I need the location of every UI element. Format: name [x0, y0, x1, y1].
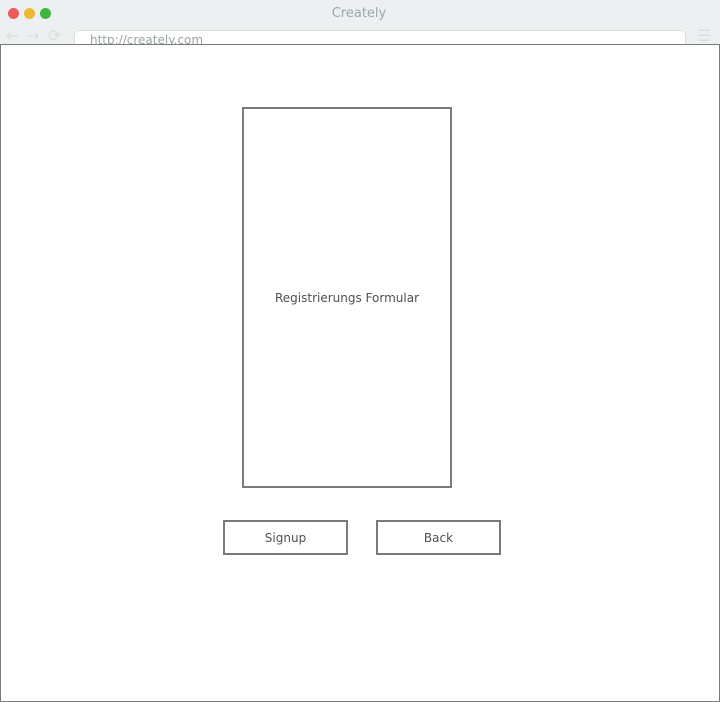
forward-arrow-icon[interactable]: → [26, 28, 39, 44]
signup-button[interactable]: Signup [223, 520, 348, 555]
page-content: Registrierungs Formular Signup Back [0, 44, 720, 702]
address-bar[interactable]: http://creately.com [74, 30, 686, 45]
registration-form-placeholder: Registrierungs Formular [242, 107, 452, 488]
back-button[interactable]: Back [376, 520, 501, 555]
browser-toolbar: ← → ⟳ http://creately.com ☰ [0, 27, 720, 45]
back-arrow-icon[interactable]: ← [6, 28, 19, 44]
menu-icon[interactable]: ☰ [697, 28, 711, 44]
title-bar: Creately [0, 0, 720, 27]
reload-icon[interactable]: ⟳ [48, 28, 61, 44]
window-title: Creately [331, 6, 387, 21]
registration-form-label: Registrierungs Formular [274, 290, 420, 305]
browser-window: Creately ← → ⟳ http://creately.com ☰ Reg… [0, 0, 720, 702]
